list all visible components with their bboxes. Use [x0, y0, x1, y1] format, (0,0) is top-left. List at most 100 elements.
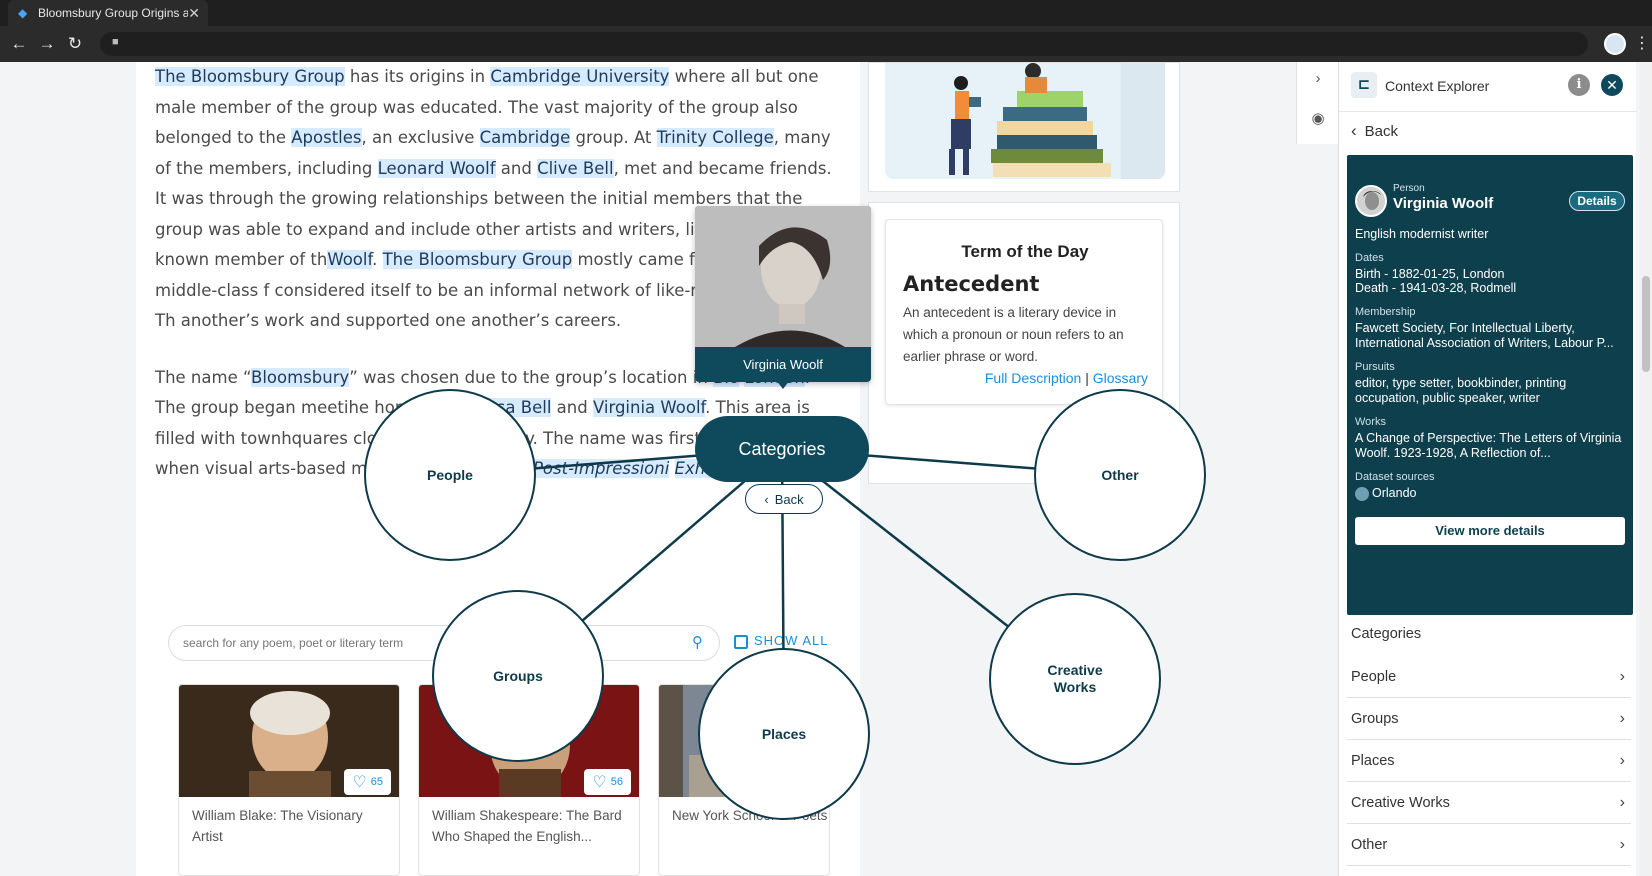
category-item-places[interactable]: Places › [1347, 740, 1631, 782]
likes-badge[interactable]: ♡ 56 [584, 769, 631, 795]
glossary-link[interactable]: Glossary [1093, 370, 1148, 386]
poem-card-title: William Blake: The Visionary Artist [192, 808, 363, 844]
context-explorer-panel: ⊏ Context Explorer i ✕ ‹ Back Person Virg… [1338, 62, 1637, 876]
term-description: An antecedent is a literary device in wh… [903, 305, 1124, 364]
membership-label: Membership [1355, 306, 1416, 318]
page-scrollbar[interactable] [1640, 62, 1652, 876]
reload-icon[interactable]: ↻ [64, 33, 86, 55]
graph-back-label: Back [774, 491, 804, 507]
show-all-label: SHOW ALL [754, 633, 829, 648]
context-entity-highlight[interactable]: Leonard Woolf [377, 158, 496, 178]
back-arrow-icon[interactable]: ← [8, 33, 30, 55]
category-item-people[interactable]: People › [1347, 656, 1631, 698]
node-people[interactable]: People [364, 389, 536, 561]
graph-back-button[interactable]: ‹ Back [745, 484, 823, 514]
likes-count: 65 [370, 775, 383, 788]
context-entity-highlight[interactable]: Trinity College [656, 128, 774, 147]
scrollbar-thumb[interactable] [1642, 276, 1650, 372]
portrait-pointer [776, 380, 790, 389]
birth-value: Birth - 1882-01-25, London [1355, 267, 1505, 281]
node-creative-works[interactable]: Creative Works [989, 593, 1161, 765]
article-text-run: has its origins in [344, 67, 491, 86]
dataset-source-label: Orlando [1372, 486, 1417, 500]
dates-label: Dates [1355, 252, 1384, 264]
category-label: People [1351, 668, 1397, 685]
search-icon[interactable]: ⚲ [692, 633, 703, 651]
pursuits-label: Pursuits [1355, 361, 1395, 373]
browser-menu-icon[interactable]: ⋮ [1634, 33, 1650, 53]
info-icon[interactable]: i [1568, 74, 1590, 96]
poem-card[interactable]: ♡ 65 William Blake: The Visionary Artist [178, 684, 400, 876]
browser-toolbar: ← → ↻ ■ ⋮ [0, 26, 1652, 62]
tab-title: Bloomsbury Group Origins and [38, 6, 189, 20]
works-label: Works [1355, 416, 1386, 428]
dataset-source-icon [1355, 486, 1369, 501]
node-other[interactable]: Other [1034, 389, 1206, 561]
context-entity-highlight[interactable]: The Bloomsbury Group [155, 67, 345, 86]
person-name: Virginia Woolf [1393, 195, 1494, 212]
chevron-right-icon[interactable]: › [1307, 68, 1329, 90]
categories-center-node[interactable]: Categories [695, 416, 869, 482]
context-entity-highlight[interactable]: Clive Bell [537, 158, 614, 178]
panel-back-button[interactable]: ‹ Back [1351, 118, 1398, 144]
panel-title: Context Explorer [1385, 78, 1490, 94]
article-text-run: , an exclusive [361, 128, 480, 147]
context-entity-highlight[interactable]: Cambridge [479, 128, 571, 147]
show-all-link[interactable]: SHOW ALL [734, 633, 828, 649]
category-label: Places [1351, 752, 1395, 769]
virginia-woolf-portrait [695, 206, 871, 347]
page: The Bloomsbury Group has its origins in … [0, 62, 1652, 876]
dataset-source[interactable]: Orlando [1355, 486, 1625, 501]
category-label: Groups [1351, 710, 1399, 727]
category-label: Creative Works [1351, 794, 1450, 811]
view-more-details-button[interactable]: View more details [1355, 517, 1625, 545]
eye-icon[interactable]: ◉ [1307, 108, 1329, 130]
dataset-sources-label: Dataset sources [1355, 471, 1435, 483]
article-text-run: . [372, 250, 383, 269]
context-explorer-logo-icon: ⊏ [1351, 72, 1377, 98]
person-portrait-card[interactable]: Virginia Woolf [695, 206, 871, 382]
panel-header: ⊏ Context Explorer i ✕ [1339, 62, 1637, 112]
node-groups[interactable]: Groups [432, 590, 604, 762]
article-text-run [669, 459, 674, 478]
context-entity-highlight[interactable]: Woolf [327, 250, 373, 269]
pursuits-value: editor, type setter, bookbinder, printin… [1355, 376, 1567, 405]
forward-arrow-icon[interactable]: → [36, 33, 58, 55]
likes-count: 56 [610, 775, 623, 788]
full-description-link[interactable]: Full Description [985, 370, 1081, 386]
show-all-icon [734, 634, 748, 649]
details-button[interactable]: Details [1569, 191, 1625, 211]
chevron-right-icon: › [1619, 667, 1625, 685]
chevron-right-icon: › [1619, 751, 1625, 769]
chevron-right-icon: › [1619, 835, 1625, 853]
side-rail: › ◉ [1296, 62, 1338, 144]
category-item-creative-works[interactable]: Creative Works › [1347, 782, 1631, 824]
article-text-run: and [495, 158, 538, 178]
chevron-right-icon: › [1619, 793, 1625, 811]
membership-value: Fawcett Society, For Intellectual Libert… [1355, 321, 1614, 350]
close-icon[interactable]: ✕ [1601, 74, 1623, 96]
category-item-groups[interactable]: Groups › [1347, 698, 1631, 740]
term-links: Full Description | Glossary [985, 370, 1148, 386]
node-places[interactable]: Places [698, 648, 870, 820]
term-of-the-day-inner: Term of the Day Antecedent An antecedent… [885, 219, 1163, 405]
tab-close-icon[interactable]: ✕ [188, 5, 200, 22]
works-value: A Change of Perspective: The Letters of … [1355, 431, 1622, 460]
context-entity-highlight[interactable]: Virginia Woolf [592, 398, 706, 417]
likes-badge[interactable]: ♡ 65 [344, 769, 391, 795]
chevron-right-icon: › [1619, 709, 1625, 727]
link-separator: | [1085, 370, 1089, 386]
context-entity-highlight[interactable]: The Bloomsbury Group [382, 250, 573, 269]
context-entity-highlight[interactable]: Bloomsbury [251, 367, 350, 387]
profile-avatar[interactable] [1604, 33, 1626, 55]
lock-icon: ■ [112, 36, 119, 48]
portrait-caption: Virginia Woolf [695, 347, 871, 382]
browser-tab[interactable]: ◆ Bloomsbury Group Origins and ✕ [8, 0, 208, 26]
person-type: Person [1393, 183, 1425, 194]
context-entity-highlight[interactable]: Apostles [291, 128, 362, 147]
person-card: Person Virginia Woolf Details English mo… [1347, 155, 1633, 615]
panel-back-label: Back [1364, 123, 1399, 140]
context-entity-highlight[interactable]: Cambridge University [490, 67, 670, 86]
category-item-other[interactable]: Other › [1347, 824, 1631, 866]
address-bar[interactable]: ■ [100, 32, 1588, 56]
